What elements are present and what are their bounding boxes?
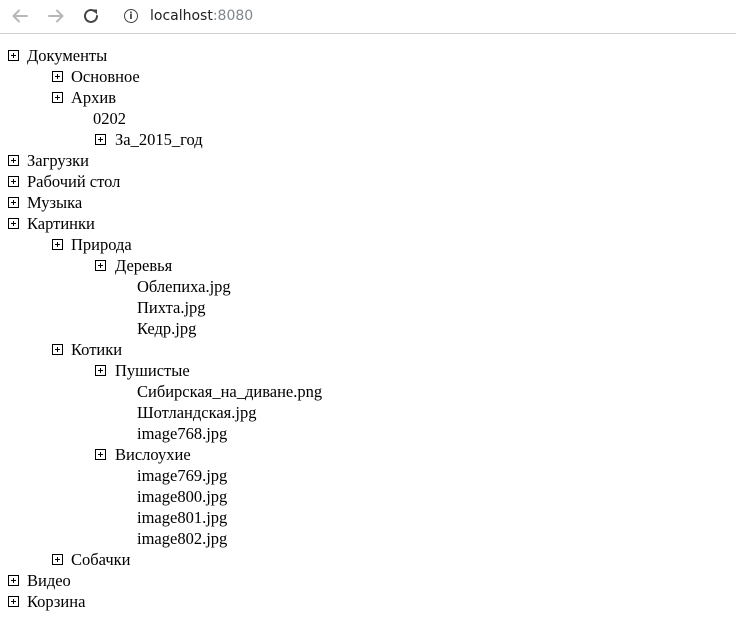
expand-icon[interactable] [8,176,19,187]
tree-file-kedr[interactable]: Кедр.jpg [0,318,736,339]
arrow-left-icon [12,9,28,23]
tree-file-label[interactable]: Сибирская_на_диване.png [137,381,322,402]
tree-node-documents[interactable]: Документы [0,45,736,66]
tree-node-label[interactable]: Вислоухие [115,444,191,465]
tree-node-nature[interactable]: Природа [0,234,736,255]
tree-node-label[interactable]: Корзина [27,591,85,612]
expand-icon[interactable] [52,92,63,103]
expand-icon[interactable] [8,155,19,166]
forward-button[interactable] [44,5,68,27]
expand-icon[interactable] [95,365,106,376]
tree-node-desktop[interactable]: Рабочий стол [0,171,736,192]
tree-file-image800[interactable]: image800.jpg [0,486,736,507]
tree-file-label[interactable]: image802.jpg [137,528,227,549]
reload-icon [84,8,98,23]
expand-icon[interactable] [52,344,63,355]
tree-file-oblepikha[interactable]: Облепиха.jpg [0,276,736,297]
tree-node-label[interactable]: Котики [71,339,122,360]
tree-file-pikhta[interactable]: Пихта.jpg [0,297,736,318]
tree-file-label[interactable]: image768.jpg [137,423,227,444]
expand-icon[interactable] [52,239,63,250]
tree-node-label[interactable]: Природа [71,234,132,255]
expand-icon[interactable] [8,50,19,61]
tree-file-label[interactable]: Кедр.jpg [137,318,196,339]
tree-node-trees[interactable]: Деревья [0,255,736,276]
tree-node-lop-eared[interactable]: Вислоухие [0,444,736,465]
tree-node-label[interactable]: Собачки [71,549,130,570]
tree-node-dogs[interactable]: Собачки [0,549,736,570]
expand-icon[interactable] [8,197,19,208]
tree-file-shotlandskaya[interactable]: Шотландская.jpg [0,402,736,423]
tree-node-label[interactable]: Загрузки [27,150,89,171]
tree-node-archive[interactable]: Архив [0,87,736,108]
tree-node-trash[interactable]: Корзина [0,591,736,612]
expand-icon[interactable] [8,218,19,229]
tree-node-label[interactable]: Основное [71,66,140,87]
tree-node-archive-2015[interactable]: За_2015_год [0,129,736,150]
expand-icon[interactable] [95,449,106,460]
tree-file-label[interactable]: Пихта.jpg [137,297,206,318]
tree-node-label[interactable]: За_2015_год [115,129,203,150]
tree-file-label[interactable]: image769.jpg [137,465,227,486]
expand-icon[interactable] [95,134,106,145]
tree-file-label[interactable]: image800.jpg [137,486,227,507]
expand-icon[interactable] [52,71,63,82]
url-text: localhost:8080 [150,8,254,24]
browser-toolbar: i localhost:8080 [0,0,736,34]
tree-node-fluffy[interactable]: Пушистые [0,360,736,381]
expand-icon[interactable] [8,575,19,586]
tree-file-image769[interactable]: image769.jpg [0,465,736,486]
tree-node-label[interactable]: Музыка [27,192,82,213]
tree-file-image768[interactable]: image768.jpg [0,423,736,444]
tree-node-label[interactable]: Видео [27,570,71,591]
file-tree: Документы Основное Архив 0202 За_2015_го… [0,45,736,612]
tree-node-pictures[interactable]: Картинки [0,213,736,234]
tree-node-label[interactable]: Деревья [115,255,172,276]
tree-node-basic[interactable]: Основное [0,66,736,87]
tree-node-label[interactable]: Картинки [27,213,95,234]
tree-node-video[interactable]: Видео [0,570,736,591]
tree-node-cats[interactable]: Котики [0,339,736,360]
tree-file-label[interactable]: Шотландская.jpg [137,402,256,423]
back-button[interactable] [8,5,32,27]
info-icon[interactable]: i [124,9,138,23]
reload-button[interactable] [79,5,103,27]
tree-node-label[interactable]: Пушистые [115,360,190,381]
expand-icon[interactable] [8,596,19,607]
tree-file-image802[interactable]: image802.jpg [0,528,736,549]
expand-icon[interactable] [95,260,106,271]
tree-node-archive-0202[interactable]: 0202 [0,108,736,129]
address-bar[interactable]: i localhost:8080 [114,1,674,31]
tree-node-music[interactable]: Музыка [0,192,736,213]
expand-icon[interactable] [52,554,63,565]
tree-node-label[interactable]: Документы [27,45,107,66]
tree-file-label[interactable]: image801.jpg [137,507,227,528]
tree-file-label[interactable]: Облепиха.jpg [137,276,231,297]
tree-node-downloads[interactable]: Загрузки [0,150,736,171]
tree-node-label[interactable]: Архив [71,87,116,108]
tree-node-label[interactable]: Рабочий стол [27,171,120,192]
tree-file-image801[interactable]: image801.jpg [0,507,736,528]
tree-file-sibirskaya[interactable]: Сибирская_на_диване.png [0,381,736,402]
arrow-right-icon [48,9,64,23]
tree-node-label[interactable]: 0202 [93,108,126,129]
